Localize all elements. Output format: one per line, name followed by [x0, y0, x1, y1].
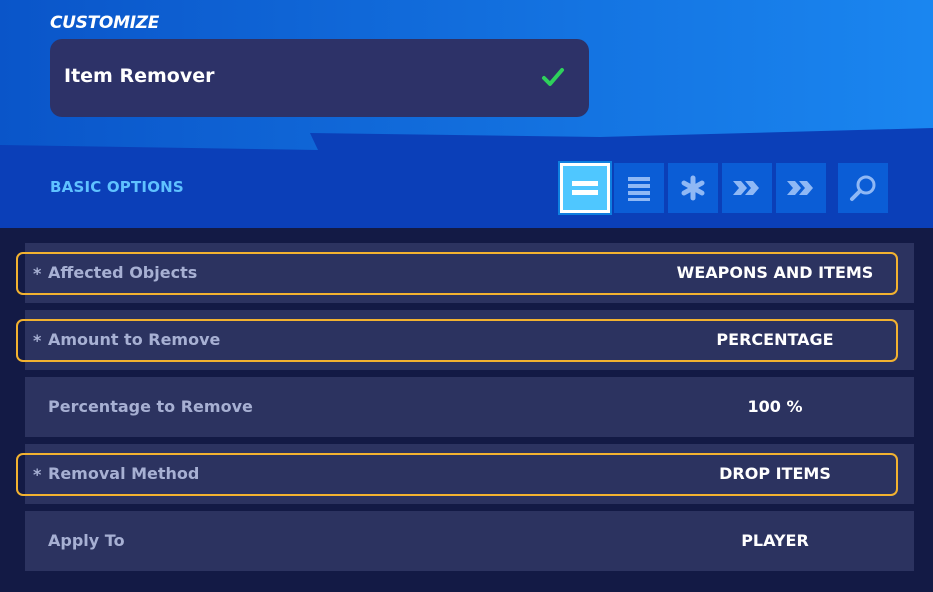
option-row-removal-method[interactable]: * Removal Method DROP ITEMS: [16, 444, 914, 504]
option-label: Affected Objects: [48, 263, 198, 282]
option-value[interactable]: PLAYER: [665, 531, 885, 550]
tab-modified-options[interactable]: [668, 163, 718, 213]
option-row-apply-to[interactable]: Apply To PLAYER: [25, 511, 914, 571]
check-icon: [542, 68, 564, 86]
basic-options-icon: [572, 181, 598, 195]
tab-basic-options[interactable]: [558, 161, 612, 215]
search-icon: [850, 175, 876, 201]
option-row-percentage-to-remove[interactable]: Percentage to Remove 100 %: [25, 377, 914, 437]
tab-all-options[interactable]: [614, 163, 664, 213]
modified-marker: *: [33, 331, 42, 350]
option-label: Amount to Remove: [48, 330, 221, 349]
modified-marker: *: [33, 264, 42, 283]
customize-label: CUSTOMIZE: [50, 13, 160, 33]
option-label: Removal Method: [48, 464, 200, 483]
all-options-icon: [628, 177, 650, 201]
fast-forward-icon: [733, 181, 759, 195]
option-label: Apply To: [48, 531, 125, 550]
option-value[interactable]: WEAPONS AND ITEMS: [665, 263, 885, 282]
option-value[interactable]: DROP ITEMS: [665, 464, 885, 483]
option-value[interactable]: PERCENTAGE: [665, 330, 885, 349]
option-row-amount-to-remove[interactable]: * Amount to Remove PERCENTAGE: [16, 310, 914, 370]
option-label: Percentage to Remove: [48, 397, 253, 416]
selected-item-box[interactable]: Item Remover: [50, 39, 589, 117]
tab-fast-forward[interactable]: [722, 163, 772, 213]
item-title: Item Remover: [64, 65, 215, 87]
section-title: BASIC OPTIONS: [50, 178, 184, 196]
fast-forward-alt-icon: [787, 181, 813, 195]
option-row-affected-objects[interactable]: * Affected Objects WEAPONS AND ITEMS: [16, 243, 914, 303]
tab-fast-forward-alt[interactable]: [776, 163, 826, 213]
tab-search[interactable]: [838, 163, 888, 213]
modified-options-icon: [681, 175, 705, 201]
option-value[interactable]: 100 %: [665, 397, 885, 416]
modified-marker: *: [33, 465, 42, 484]
